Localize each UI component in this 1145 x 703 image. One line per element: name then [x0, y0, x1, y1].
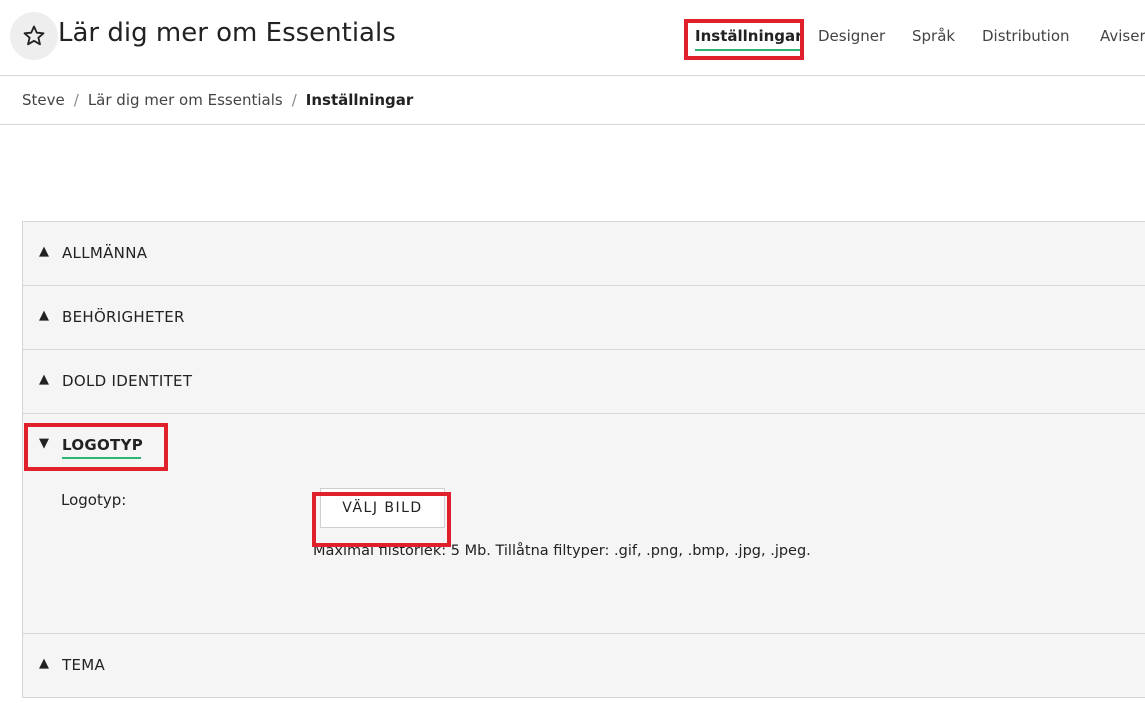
section-header-dold-identitet[interactable]: ▲ DOLD IDENTITET [22, 349, 1145, 413]
breadcrumb-current: Inställningar [305, 91, 414, 109]
breadcrumb-separator: / [291, 91, 297, 109]
nav-tab-label: Designer [818, 27, 886, 45]
logo-field-label: Logotyp: [61, 491, 127, 509]
choose-image-button[interactable]: VÄLJ BILD [320, 488, 445, 528]
breadcrumb-item[interactable]: Steve [22, 91, 65, 109]
section-title: LOGOTYP [62, 436, 144, 454]
nav-tab-designer[interactable]: Designer [818, 27, 885, 45]
nav-tab-label: Aviser [1100, 27, 1145, 45]
nav-tab-aviser[interactable]: Aviser [1100, 27, 1145, 45]
settings-panel: ▲ ALLMÄNNA ▲ BEHÖRIGHETER ▲ DOLD IDENTIT… [22, 221, 1145, 698]
collapse-arrow-icon: ▲ [39, 308, 49, 323]
nav-tab-label: Inställningar [695, 27, 803, 45]
section-header-logotyp[interactable]: ▼ LOGOTYP [22, 413, 1145, 477]
nav-tab-label: Distribution [982, 27, 1070, 45]
collapse-arrow-icon: ▲ [39, 372, 49, 387]
section-header-behorigheter[interactable]: ▲ BEHÖRIGHETER [22, 285, 1145, 349]
section-title: DOLD IDENTITET [62, 372, 193, 390]
breadcrumb-item[interactable]: Lär dig mer om Essentials [88, 91, 283, 109]
section-title: BEHÖRIGHETER [62, 308, 185, 326]
divider [0, 124, 1145, 125]
app-header: Lär dig mer om Essentials Inställningar … [0, 0, 1145, 76]
page-title: Lär dig mer om Essentials [58, 18, 396, 48]
expand-arrow-icon: ▼ [39, 436, 49, 451]
nav-tab-sprak[interactable]: Språk [912, 27, 955, 45]
nav-tab-distribution[interactable]: Distribution [982, 27, 1070, 45]
breadcrumb-separator: / [73, 91, 79, 109]
active-section-underline [62, 457, 141, 459]
breadcrumb: Steve / Lär dig mer om Essentials / Inställn… [22, 91, 413, 109]
collapse-arrow-icon: ▲ [39, 244, 49, 259]
section-title: ALLMÄNNA [62, 244, 148, 262]
nav-tab-installningar[interactable]: Inställningar [695, 27, 803, 51]
favorite-button[interactable] [10, 12, 58, 60]
collapse-arrow-icon: ▲ [39, 656, 49, 671]
section-header-allmanna[interactable]: ▲ ALLMÄNNA [22, 221, 1145, 285]
star-outline-icon [23, 25, 45, 46]
active-tab-underline [695, 49, 803, 51]
file-size-help-text: Maximal filstorlek: 5 Mb. Tillåtna filty… [313, 543, 811, 559]
section-body-logotyp: Logotyp: VÄLJ BILD Maximal filstorlek: 5… [22, 477, 1145, 633]
section-header-tema[interactable]: ▲ TEMA [22, 633, 1145, 698]
nav-tab-label: Språk [912, 27, 956, 45]
section-title: TEMA [62, 656, 106, 674]
